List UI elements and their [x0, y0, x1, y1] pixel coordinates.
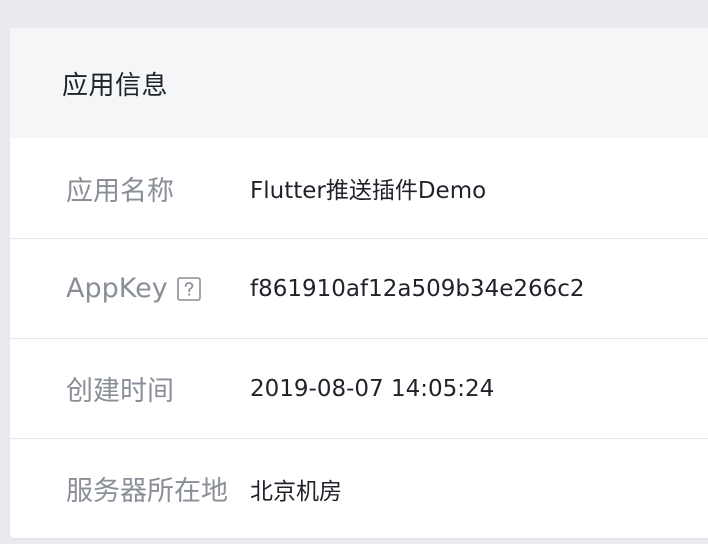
help-icon[interactable]: [176, 276, 201, 301]
row-value: 2019-08-07 14:05:24: [250, 375, 495, 402]
info-row-app-name: 应用名称 Flutter推送插件Demo: [10, 138, 708, 238]
row-label-text: AppKey: [66, 273, 168, 304]
row-label: 服务器所在地: [10, 469, 250, 508]
row-label-text: 服务器所在地: [66, 476, 228, 507]
info-row-appkey: AppKey f861910af12a509b34e266c2: [10, 238, 708, 338]
app-info-card: 应用信息 应用名称 Flutter推送插件Demo AppKey f861910…: [10, 28, 708, 538]
card-header: 应用信息: [10, 28, 708, 138]
info-row-created-time: 创建时间 2019-08-07 14:05:24: [10, 338, 708, 438]
row-label-text: 应用名称: [66, 175, 174, 207]
row-label: 创建时间: [10, 369, 250, 408]
row-value: f861910af12a509b34e266c2: [250, 275, 585, 302]
row-label: AppKey: [10, 273, 250, 304]
info-row-server-location: 服务器所在地 北京机房: [10, 438, 708, 538]
card-title: 应用信息: [62, 70, 169, 101]
row-label: 应用名称: [10, 169, 250, 208]
row-value: Flutter推送插件Demo: [250, 178, 487, 204]
row-value: 北京机房: [250, 478, 342, 505]
row-label-text: 创建时间: [66, 376, 174, 407]
info-list: 应用名称 Flutter推送插件Demo AppKey f861910af12a…: [10, 138, 708, 538]
